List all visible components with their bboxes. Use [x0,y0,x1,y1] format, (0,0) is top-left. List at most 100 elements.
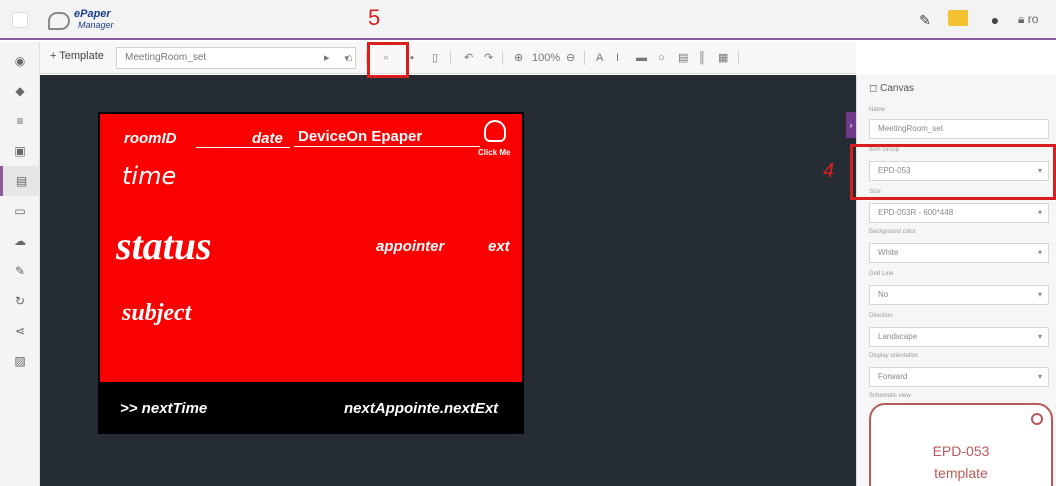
next-time-field[interactable]: >> nextTime [120,400,207,417]
epaper-red-region: roomID date DeviceOn Epaper Click Me tim… [100,114,522,382]
preview-icon[interactable]: ▪ [410,50,414,66]
epaper-canvas[interactable]: roomID date DeviceOn Epaper Click Me tim… [98,112,524,434]
notification-icon[interactable] [948,10,968,26]
undo-icon[interactable]: ↶ [464,50,473,66]
user-menu[interactable]: 🔒︎ ro [1018,12,1038,27]
help-icon[interactable]: ● [986,11,1004,29]
toolbar-divider [584,51,585,65]
click-me-label[interactable]: Click Me [478,148,510,157]
barcode-icon[interactable]: ║ [698,50,706,66]
chevron-down-icon: ▾ [1037,372,1042,381]
text-format-icon[interactable]: I [616,50,619,66]
step5-highlight-box [367,42,409,78]
design-canvas-area: roomID date DeviceOn Epaper Click Me tim… [40,75,856,486]
background-color-value: White [878,248,899,257]
background-color-select[interactable]: White ▾ [869,243,1049,263]
step-marker-5: 5 [368,5,381,30]
template-select-value: MeetingRoom_set [125,52,207,63]
logo-drop-icon [48,12,70,30]
step-marker-4: 4 [823,160,835,182]
editor-toolbar: + Template MeetingRoom_set ▾ ▸ ⌂ ▫ ▪ ▯ ↶… [40,42,856,74]
schematic-caption: template [934,465,988,481]
direction-value: Landscape [878,332,918,341]
background-color-label: Background color [869,229,916,235]
lock-icon: 🔒︎ [1018,12,1025,26]
epaper-black-footer: >> nextTime nextAppointe.nextExt [100,382,522,432]
direction-label: Direction [869,313,893,319]
toolbar-divider [450,51,451,65]
left-navigation-rail: ◉ ◆ ≡ ▣ ▤ ▭ ☁ ✎ ↻ ⋖ ▨ [0,42,40,486]
size-select[interactable]: EPD-053R - 600*448 ▾ [869,203,1049,223]
grid-line-label: Grid Line [869,271,894,277]
magic-wand-icon[interactable]: ✎ [916,11,934,29]
toolbar-divider [502,51,503,65]
redo-icon[interactable]: ↷ [484,50,493,66]
grid-line-value: No [878,290,889,299]
nav-dashboard-icon[interactable]: ◉ [0,46,40,76]
line-icon[interactable]: ▬ [636,50,647,66]
top-header: ePaper Manager ✎ ● 🔒︎ ro [0,0,1056,40]
display-orientation-select[interactable]: Forward ▾ [869,367,1049,387]
ring-icon [1031,413,1043,425]
properties-panel: ◻ Canvas Name MeetingRoom_set Item Group… [856,75,1056,486]
device-underline [294,146,480,147]
name-label: Name [869,107,886,113]
status-field[interactable]: status [116,222,212,269]
logo-line1: ePaper [74,8,111,20]
panel-collapse-icon[interactable]: › [846,112,856,138]
zoom-out-icon[interactable]: ⊖ [566,50,575,66]
subject-field[interactable]: subject [122,300,191,327]
time-field[interactable]: time [122,162,176,190]
hand-pointer-icon[interactable] [484,120,506,142]
nav-tag-icon[interactable]: ◆ [0,76,40,106]
appointer-field[interactable]: appointer [376,238,444,255]
nav-sync-icon[interactable]: ↻ [0,286,40,316]
menu-icon[interactable] [12,12,28,28]
logo-line2: Manager [78,20,114,30]
grid-line-select[interactable]: No ▾ [869,285,1049,305]
chevron-down-icon: ▾ [1037,332,1042,341]
nav-template-icon[interactable]: ▤ [0,166,40,196]
qrcode-icon[interactable]: ▦ [718,50,728,66]
delete-icon[interactable]: ▯ [432,50,438,66]
ext-field[interactable]: ext [488,238,510,255]
nav-book-icon[interactable]: ▨ [0,346,40,376]
nav-tool-icon[interactable]: ✎ [0,256,40,286]
device-title-field[interactable]: DeviceOn Epaper [298,128,422,145]
nav-cloud-icon[interactable]: ☁ [0,226,40,256]
date-field[interactable]: date [252,130,283,147]
image-icon[interactable]: ▤ [678,50,688,66]
room-id-field[interactable]: roomID [124,130,177,147]
panel-title: ◻ Canvas [869,83,914,94]
nav-list-icon[interactable]: ≡ [0,106,40,136]
toolbar-divider [738,51,739,65]
chevron-down-icon: ▾ [1037,290,1042,299]
panel-title-text: Canvas [880,83,914,94]
chevron-down-icon: ▾ [1037,208,1042,217]
step4-highlight-box [850,144,1056,200]
next-appointer-field[interactable]: nextAppointe.nextExt [344,400,498,417]
size-value: EPD-053R - 600*448 [878,208,954,217]
zoom-in-icon[interactable]: ⊕ [514,50,523,66]
text-icon[interactable]: A [596,50,603,66]
date-underline [196,147,290,148]
schematic-preview-card[interactable]: EPD-053 template [869,403,1053,486]
direction-select[interactable]: Landscape ▾ [869,327,1049,347]
display-orientation-label: Display orientation [869,353,919,359]
nav-share-icon[interactable]: ⋖ [0,316,40,346]
nav-image-icon[interactable]: ▣ [0,136,40,166]
add-template-button[interactable]: + Template [50,50,104,62]
schematic-model: EPD-053 [932,443,990,459]
name-input[interactable]: MeetingRoom_set [869,119,1049,139]
circle-icon[interactable]: ○ [658,50,665,66]
user-name: ro [1027,12,1039,26]
import-icon[interactable]: ▸ [324,50,330,66]
home-icon[interactable]: ⌂ [346,50,353,66]
nav-monitor-icon[interactable]: ▭ [0,196,40,226]
epaper-manager-logo[interactable]: ePaper Manager [48,6,138,34]
template-select[interactable]: MeetingRoom_set ▾ [116,47,356,69]
schematic-view-label: Schematic view [869,393,911,399]
name-input-value: MeetingRoom_set [878,124,943,133]
zoom-level: 100% [532,52,561,64]
display-orientation-value: Forward [878,372,908,381]
